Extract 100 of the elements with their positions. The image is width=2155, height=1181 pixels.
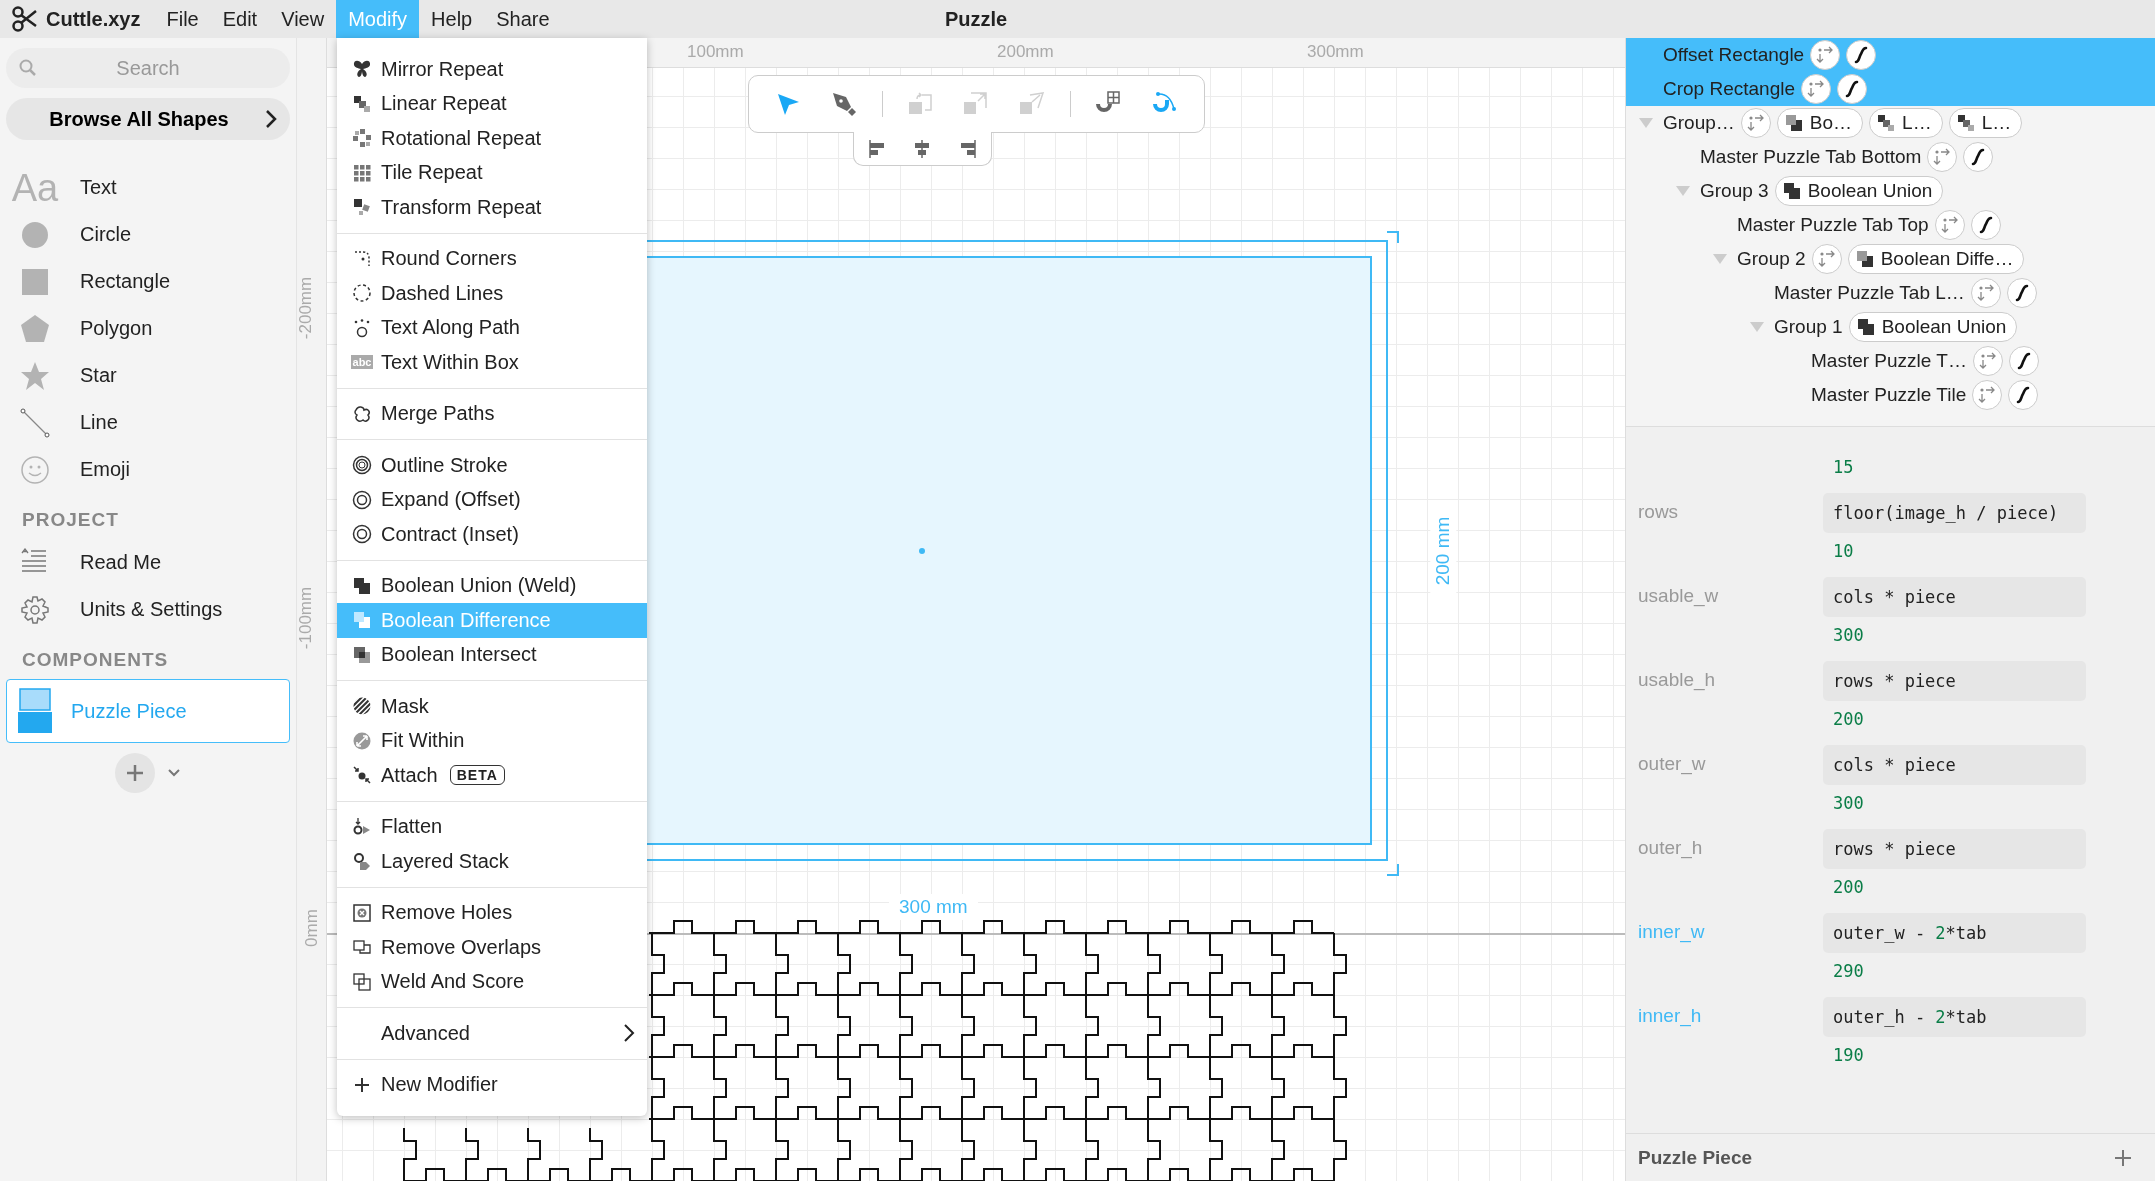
menu-item[interactable]: Dashed Lines xyxy=(337,276,647,311)
menu[interactable]: View xyxy=(269,0,337,38)
sidebar-item[interactable]: Circle xyxy=(80,223,132,246)
layer-row[interactable]: Master Puzzle Tab L… xyxy=(1626,276,2155,310)
menu-item[interactable]: Weld And Score xyxy=(337,964,647,999)
menu-item[interactable]: Remove Holes xyxy=(337,895,647,930)
expression-field[interactable]: cols * piece xyxy=(1823,577,2086,617)
layer-row[interactable]: Group 3 Boolean Union xyxy=(1626,174,2155,208)
scattered-squares-icon xyxy=(352,197,372,218)
chevron-right-icon xyxy=(264,109,277,129)
menu-item[interactable]: Attach BETA xyxy=(337,758,647,793)
overlapping-squares-icon xyxy=(1855,317,1876,337)
menu-item[interactable]: Outline Stroke xyxy=(337,448,647,483)
layer-row[interactable]: Group 1 Boolean Union xyxy=(1626,310,2155,344)
menu-item[interactable]: Fit Within xyxy=(337,723,647,758)
overlapping-squares-icon xyxy=(1781,181,1802,201)
modifier-chip[interactable]: L… xyxy=(1948,108,2023,138)
menu-item[interactable]: Advanced xyxy=(337,1016,647,1051)
stacked-squares-icon xyxy=(1876,113,1897,133)
text-box-icon: abc xyxy=(351,355,373,370)
menu-item[interactable]: Expand (Offset) xyxy=(337,482,647,517)
menu-item[interactable]: Boolean Union (Weld) xyxy=(337,568,647,603)
menu-item[interactable]: Text Along Path xyxy=(337,310,647,345)
modifier-chip[interactable] xyxy=(1837,74,1868,104)
line-icon xyxy=(20,407,50,438)
expression-field[interactable]: outer_h - 2*tab xyxy=(1823,997,2086,1037)
layer-row[interactable]: Master Puzzle Tab Top xyxy=(1626,208,2155,242)
menu-item[interactable]: Boolean Intersect xyxy=(337,637,647,672)
menu-item[interactable]: Contract (Inset) xyxy=(337,517,647,552)
menu-item[interactable]: Rotational Repeat xyxy=(337,121,647,156)
expression-field[interactable]: outer_w - 2*tab xyxy=(1823,913,2086,953)
search-icon xyxy=(18,58,38,78)
menu-item[interactable]: New Modifier xyxy=(337,1067,647,1102)
center-point xyxy=(919,548,925,554)
overlapping-squares-icon xyxy=(352,644,372,665)
sidebar-item[interactable]: Rectangle xyxy=(80,270,171,293)
menu-item[interactable]: Flatten xyxy=(337,809,647,844)
sidebar-item[interactable]: Read Me xyxy=(80,551,162,574)
layer-row[interactable]: Group… Bo… L… L… xyxy=(1626,106,2155,140)
modifier-chip[interactable] xyxy=(1846,40,1877,70)
modifier-chip[interactable]: Boolean Union xyxy=(1774,176,1944,206)
layer-row[interactable]: Master Puzzle Tab Bottom xyxy=(1626,140,2155,174)
stacked-squares-icon xyxy=(1955,113,1976,133)
align-right-icon[interactable] xyxy=(958,138,979,159)
modifier-chip[interactable]: Boolean Diffe… xyxy=(1847,244,2025,274)
expression-field[interactable]: rows * piece xyxy=(1823,829,2086,869)
menu[interactable]: Edit xyxy=(210,0,270,38)
butterfly-icon xyxy=(352,59,372,80)
modifier-chip[interactable]: Boolean Union xyxy=(1848,312,2018,342)
expression-field[interactable]: cols * piece xyxy=(1823,745,2086,785)
grid-icon xyxy=(352,162,372,183)
menu-item[interactable]: Transform Repeat xyxy=(337,190,647,225)
sidebar-item[interactable]: Line xyxy=(80,411,118,434)
menu[interactable]: Help xyxy=(419,0,485,38)
menu-item[interactable]: Tile Repeat xyxy=(337,155,647,190)
menu-item[interactable]: Mask xyxy=(337,689,647,724)
layer-row[interactable]: Crop Rectangle xyxy=(1626,72,2155,106)
document-title: Puzzle xyxy=(945,8,1008,31)
menu-item[interactable]: Mirror Repeat xyxy=(337,52,647,87)
browse-button[interactable]: Browse All Shapes xyxy=(6,98,290,140)
modifier-chip[interactable]: Bo… xyxy=(1776,108,1864,138)
layer-row[interactable]: Master Puzzle T… xyxy=(1626,344,2155,378)
align-left-icon[interactable] xyxy=(866,138,887,159)
modifier-chip[interactable] xyxy=(2006,278,2037,308)
circle-with-dots-icon xyxy=(352,317,372,338)
sidebar-item[interactable]: Emoji xyxy=(80,458,130,481)
chevron-down-icon[interactable] xyxy=(167,768,181,778)
menu[interactable]: Share xyxy=(484,0,562,38)
menu-item[interactable]: Linear Repeat xyxy=(337,86,647,121)
modifier-chip[interactable] xyxy=(1963,142,1994,172)
search-field[interactable]: Search xyxy=(6,48,290,88)
modifier-chip[interactable] xyxy=(1970,210,2001,240)
modifier-chip[interactable] xyxy=(2008,380,2039,410)
expression-field[interactable]: floor(image_h / piece) xyxy=(1823,493,2086,533)
puzzle-piece-icon xyxy=(17,688,53,734)
menu-item[interactable]: Remove Overlaps xyxy=(337,930,647,965)
arrow-down-ring-icon xyxy=(352,816,372,837)
selection-corner[interactable] xyxy=(1387,231,1399,243)
layer-row[interactable]: Offset Rectangle xyxy=(1626,38,2155,72)
layer-row[interactable]: Master Puzzle Tile xyxy=(1626,378,2155,412)
menu-item[interactable]: abc Text Within Box xyxy=(337,345,647,380)
menu-item[interactable]: Layered Stack xyxy=(337,844,647,879)
expression-field[interactable]: rows * piece xyxy=(1823,661,2086,701)
blob-outline-icon xyxy=(352,403,372,424)
modifier-chip[interactable]: L… xyxy=(1869,108,1943,138)
modifier-chip[interactable] xyxy=(2008,346,2039,376)
menu-item[interactable]: Round Corners xyxy=(337,241,647,276)
layer-row[interactable]: Group 2 Boolean Diffe… xyxy=(1626,242,2155,276)
selection-corner[interactable] xyxy=(1387,864,1399,876)
sidebar-item[interactable]: Polygon xyxy=(80,317,153,340)
sidebar-item[interactable]: Text xyxy=(80,176,117,199)
add-button[interactable] xyxy=(115,753,155,793)
sidebar-item[interactable]: Units & Settings xyxy=(80,598,223,621)
menu-item[interactable]: Merge Paths xyxy=(337,396,647,431)
plus-icon xyxy=(124,762,146,784)
menu[interactable]: File xyxy=(154,0,211,38)
parameter-value: 290 xyxy=(1832,961,1865,981)
sidebar-item[interactable]: Star xyxy=(80,364,117,387)
parameter-value: 10 xyxy=(1832,541,1855,561)
circle-icon xyxy=(20,219,50,250)
